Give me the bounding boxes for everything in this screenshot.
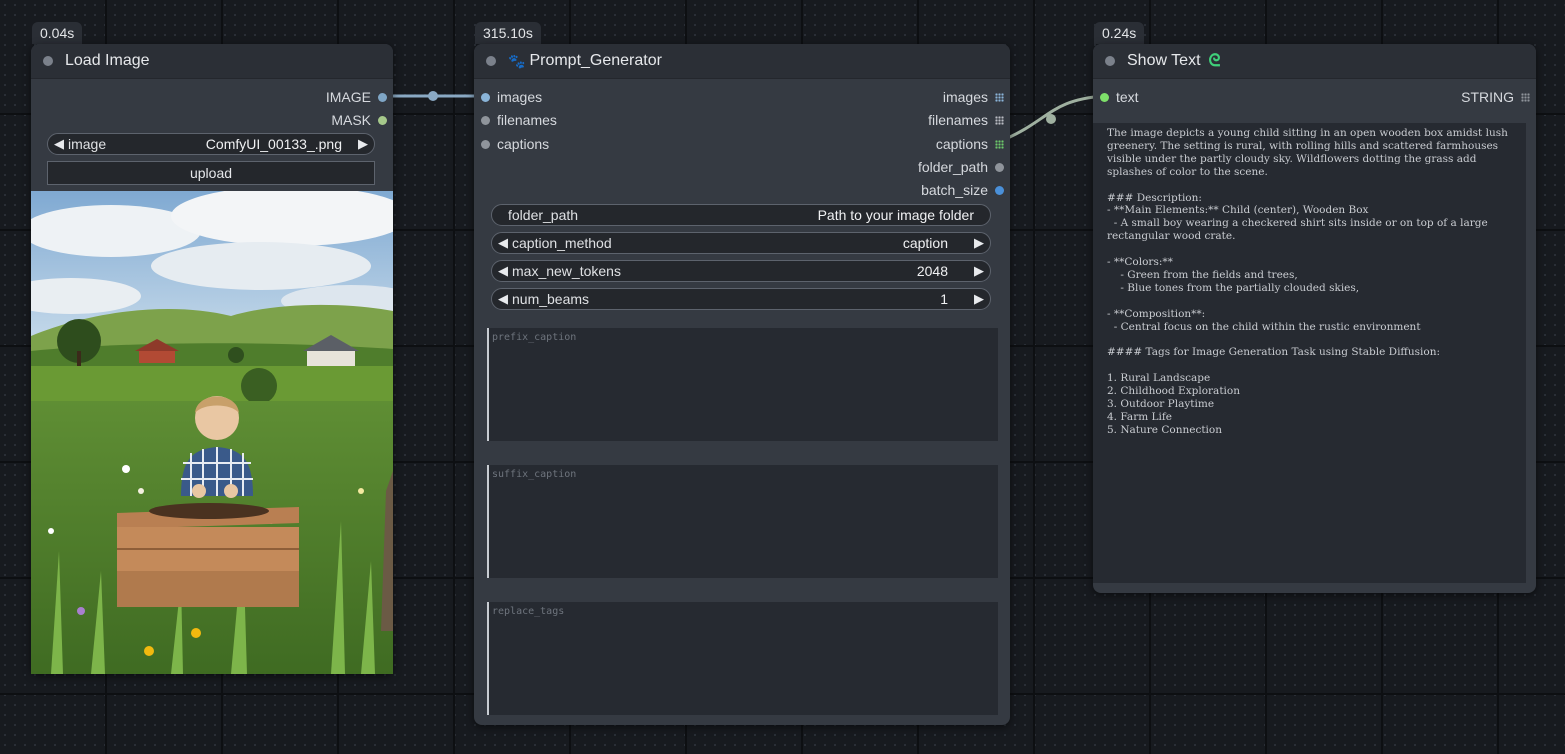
node-header[interactable]: Show Text ᘓ <box>1093 44 1536 79</box>
arrow-left-icon[interactable]: ◀ <box>54 136 64 152</box>
link-midpoint-captions <box>1046 114 1056 124</box>
output-dot-icon[interactable] <box>995 162 1004 172</box>
output-label: filenames <box>928 112 988 128</box>
input-label: captions <box>497 136 550 152</box>
input-label: text <box>1116 89 1139 105</box>
execution-time-badge: 0.04s <box>32 22 83 44</box>
arrow-left-icon[interactable]: ◀ <box>498 235 508 251</box>
max-new-tokens-number-widget[interactable]: ◀ max_new_tokens 2048 ▶ <box>491 260 991 282</box>
show-text-node[interactable]: Show Text ᘓ text STRING The image depict… <box>1093 44 1536 593</box>
input-label: filenames <box>497 112 557 128</box>
widget-value: 2048 <box>916 263 948 279</box>
grid-icon[interactable] <box>995 139 1004 149</box>
collapse-dot-icon[interactable] <box>43 56 53 66</box>
node-title-text: Show Text <box>1127 52 1201 69</box>
node-graph-canvas[interactable]: 0.04s Load Image IMAGE MASK ◀ image Comf… <box>0 0 1565 754</box>
output-dot-icon[interactable] <box>995 185 1004 195</box>
output-label: captions <box>935 136 988 152</box>
output-dot-icon[interactable] <box>378 115 387 125</box>
image-combo-widget[interactable]: ◀ image ComfyUI_00133_.png ▶ <box>47 133 375 155</box>
arrow-right-icon[interactable]: ▶ <box>358 136 368 152</box>
output-slot-batch-size[interactable]: batch_size <box>921 181 1004 199</box>
input-slot-images[interactable]: images <box>481 88 542 106</box>
arrow-right-icon[interactable]: ▶ <box>974 263 984 279</box>
widget-label: max_new_tokens <box>512 263 621 279</box>
paw-icon: 🐾 <box>508 52 526 69</box>
widget-label: folder_path <box>508 207 579 223</box>
output-slot-filenames[interactable]: filenames <box>928 111 1004 129</box>
node-title-text: Prompt_Generator <box>529 52 662 69</box>
output-slot-mask[interactable]: MASK <box>331 111 387 129</box>
widget-value: Path to your image folder <box>817 207 974 223</box>
input-dot-icon[interactable] <box>481 139 490 149</box>
node-title: Show Text ᘓ <box>1127 51 1221 71</box>
grid-icon[interactable] <box>995 115 1004 125</box>
widget-value: ComfyUI_00133_.png <box>205 136 342 152</box>
output-label: batch_size <box>921 182 988 198</box>
input-dot-icon[interactable] <box>481 115 490 125</box>
output-label: IMAGE <box>325 89 371 105</box>
arrow-left-icon[interactable]: ◀ <box>498 263 508 279</box>
replace-tags-textarea[interactable]: replace_tags <box>487 602 998 715</box>
widget-label: image <box>68 136 107 152</box>
widget-value: 1 <box>940 291 948 307</box>
image-preview <box>31 191 393 674</box>
execution-time-badge: 315.10s <box>475 22 541 44</box>
output-slot-string[interactable]: STRING <box>1461 88 1530 106</box>
node-title: 🐾 Prompt_Generator <box>508 52 662 70</box>
output-dot-icon[interactable] <box>378 92 387 102</box>
prefix-caption-textarea[interactable]: prefix_caption <box>487 328 998 441</box>
input-slot-captions[interactable]: captions <box>481 135 549 153</box>
execution-time-badge: 0.24s <box>1094 22 1145 44</box>
input-dot-icon[interactable] <box>1100 92 1109 102</box>
link-captions-to-text <box>1002 94 1105 142</box>
caption-method-combo-widget[interactable]: ◀ caption_method caption ▶ <box>491 232 991 254</box>
grid-icon[interactable] <box>1521 92 1530 102</box>
input-label: images <box>497 89 543 105</box>
prompt-generator-node[interactable]: 🐾 Prompt_Generator images filenames capt… <box>474 44 1010 725</box>
upload-button[interactable]: upload <box>47 161 375 185</box>
show-text-output[interactable]: The image depicts a young child sitting … <box>1093 123 1526 583</box>
input-slot-filenames[interactable]: filenames <box>481 111 557 129</box>
num-beams-number-widget[interactable]: ◀ num_beams 1 ▶ <box>491 288 991 310</box>
output-slot-image[interactable]: IMAGE <box>326 88 387 106</box>
collapse-dot-icon[interactable] <box>486 56 496 66</box>
snake-icon: ᘓ <box>1208 51 1221 70</box>
widget-value: caption <box>902 235 948 251</box>
input-dot-icon[interactable] <box>481 92 490 102</box>
output-label: folder_path <box>917 159 988 175</box>
arrow-right-icon[interactable]: ▶ <box>974 235 984 251</box>
suffix-caption-textarea[interactable]: suffix_caption <box>487 465 998 578</box>
arrow-left-icon[interactable]: ◀ <box>498 291 508 307</box>
widget-label: caption_method <box>512 235 612 251</box>
grid-icon[interactable] <box>995 92 1004 102</box>
output-slot-images[interactable]: images <box>943 88 1004 106</box>
input-slot-text[interactable]: text <box>1100 88 1139 106</box>
arrow-right-icon[interactable]: ▶ <box>974 291 984 307</box>
link-midpoint-image <box>428 91 438 101</box>
node-header[interactable]: Load Image <box>31 44 393 79</box>
output-label: STRING <box>1461 89 1514 105</box>
node-header[interactable]: 🐾 Prompt_Generator <box>474 44 1010 79</box>
collapse-dot-icon[interactable] <box>1105 56 1115 66</box>
load-image-node[interactable]: Load Image IMAGE MASK ◀ image ComfyUI_00… <box>31 44 393 674</box>
widget-label: num_beams <box>512 291 590 307</box>
output-slot-captions[interactable]: captions <box>936 135 1004 153</box>
node-title: Load Image <box>65 52 150 69</box>
output-label: MASK <box>331 112 371 128</box>
folder-path-text-widget[interactable]: folder_path Path to your image folder <box>491 204 991 226</box>
output-slot-folder-path[interactable]: folder_path <box>918 158 1004 176</box>
output-label: images <box>942 89 988 105</box>
